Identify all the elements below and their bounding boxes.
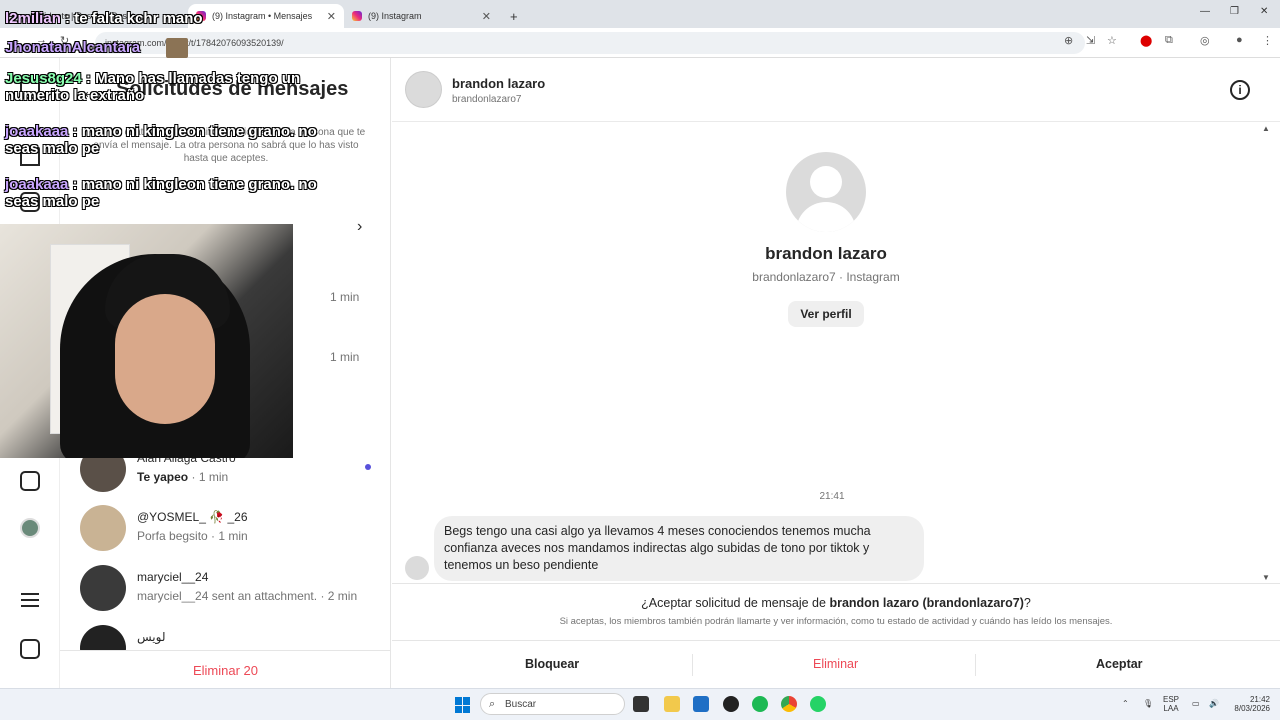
webcam-overlay <box>0 224 293 458</box>
clock[interactable]: 21:42 8/03/2026 <box>1228 695 1270 713</box>
spotify-icon[interactable] <box>752 696 768 712</box>
header-username: brandonlazaro7 <box>452 94 522 105</box>
tab-instagram[interactable]: (9) Instagram ✕ <box>344 4 499 28</box>
stream-chat-line: joaakaaa : mano ni kingleon tiene grano.… <box>5 123 317 157</box>
delete-all-button[interactable]: Eliminar 20 <box>60 650 391 688</box>
search-icon: ⌕ <box>489 698 496 710</box>
block-button[interactable]: Bloquear <box>525 657 579 671</box>
tray-chevron-icon[interactable]: ⌃ <box>1122 699 1129 708</box>
close-tab-icon[interactable]: ✕ <box>482 10 491 23</box>
profile-sync-icon[interactable]: ◎ <box>1200 34 1210 47</box>
avatar <box>405 556 429 580</box>
request-name: maryciel__24 <box>137 570 209 584</box>
chat-user-avatar <box>166 38 188 58</box>
request-preview: Te yapeo · 1 min <box>137 470 229 484</box>
whatsapp-icon[interactable] <box>810 696 826 712</box>
mic-icon[interactable]: 🎙 <box>1143 699 1153 708</box>
request-time: 1 min <box>330 350 360 364</box>
accept-note: Si aceptas, los miembros también podrán … <box>559 616 1113 627</box>
extensions-icon[interactable]: ⧉ <box>1165 34 1173 47</box>
language-indicator[interactable]: ESP LAA <box>1163 695 1179 713</box>
message-bubble: Begs tengo una casi algo ya llevamos 4 m… <box>434 516 924 581</box>
avatar <box>80 505 126 551</box>
profile-name: brandon lazaro <box>765 244 887 263</box>
chevron-right-icon[interactable]: › <box>357 218 362 236</box>
stream-chat-line: joaakaaa : mano ni kingleon tiene grano.… <box>5 176 317 210</box>
bookmark-star-icon[interactable]: ☆ <box>1107 34 1117 47</box>
windows-start-icon[interactable] <box>455 697 471 713</box>
avatar <box>80 625 126 650</box>
store-icon[interactable] <box>693 696 709 712</box>
view-profile-button[interactable]: Ver perfil <box>788 301 864 327</box>
request-name: لويس <box>137 630 166 644</box>
request-preview: Porfa begsito · 1 min <box>137 529 248 543</box>
menu-kebab-icon[interactable]: ⋮ <box>1262 34 1273 47</box>
network-icon[interactable]: ▭ <box>1192 699 1200 708</box>
profile-avatar <box>786 152 866 232</box>
accept-button[interactable]: Aceptar <box>1096 657 1143 671</box>
instagram-favicon-icon <box>352 11 362 21</box>
scroll-down-icon[interactable]: ▼ <box>1262 573 1270 582</box>
profile-avatar[interactable] <box>20 518 40 538</box>
zoom-icon[interactable]: ⊕ <box>1064 34 1073 47</box>
volume-icon[interactable]: 🔊 <box>1209 699 1219 708</box>
list-item[interactable]: maryciel__24 maryciel__24 sent an attach… <box>80 565 380 617</box>
menu-icon[interactable] <box>21 593 39 611</box>
media-app-icon[interactable] <box>723 696 739 712</box>
list-item[interactable]: @YOSMEL_ 🥀 _26 Porfa begsito · 1 min <box>80 505 380 557</box>
unread-dot <box>365 464 371 470</box>
list-item[interactable]: لويس <box>80 625 380 650</box>
restore-icon[interactable]: ❐ <box>1230 6 1239 17</box>
request-preview: maryciel__24 sent an attachment. · 2 min <box>137 589 358 603</box>
avatar[interactable]: ● <box>1236 34 1243 46</box>
stream-chat-line: l2milian : te falta kchr mano <box>5 10 203 27</box>
more-apps-icon[interactable] <box>20 639 40 659</box>
avatar <box>80 565 126 611</box>
accept-question: ¿Aceptar solicitud de mensaje de brandon… <box>641 596 1031 610</box>
avatar[interactable] <box>405 71 442 108</box>
opera-icon[interactable]: ⬤ <box>1140 34 1152 47</box>
scroll-up-icon[interactable]: ▲ <box>1262 124 1270 133</box>
file-explorer-icon[interactable] <box>664 696 680 712</box>
new-tab-icon[interactable]: + <box>502 4 526 28</box>
request-name: @YOSMEL_ 🥀 _26 <box>137 510 248 524</box>
info-icon[interactable]: i <box>1230 80 1250 100</box>
stream-chat-line: Jesus8g24 : Mano has llamadas tengo un n… <box>5 70 301 104</box>
request-time: 1 min <box>330 290 360 304</box>
chrome-icon[interactable] <box>781 696 797 712</box>
minimize-icon[interactable]: — <box>1200 6 1210 17</box>
task-view-icon[interactable] <box>633 696 649 712</box>
profile-username: brandonlazaro7 · Instagram <box>752 270 900 284</box>
header-name[interactable]: brandon lazaro <box>452 76 545 91</box>
message-timestamp: 21:41 <box>819 491 845 502</box>
taskbar-search[interactable]: ⌕ Buscar <box>480 693 625 715</box>
delete-button[interactable]: Eliminar <box>813 657 858 671</box>
stats-icon[interactable] <box>20 471 40 491</box>
close-window-icon[interactable]: ✕ <box>1260 6 1268 17</box>
tab-label: (9) Instagram <box>368 11 422 21</box>
install-icon[interactable]: ⇲ <box>1086 34 1095 47</box>
